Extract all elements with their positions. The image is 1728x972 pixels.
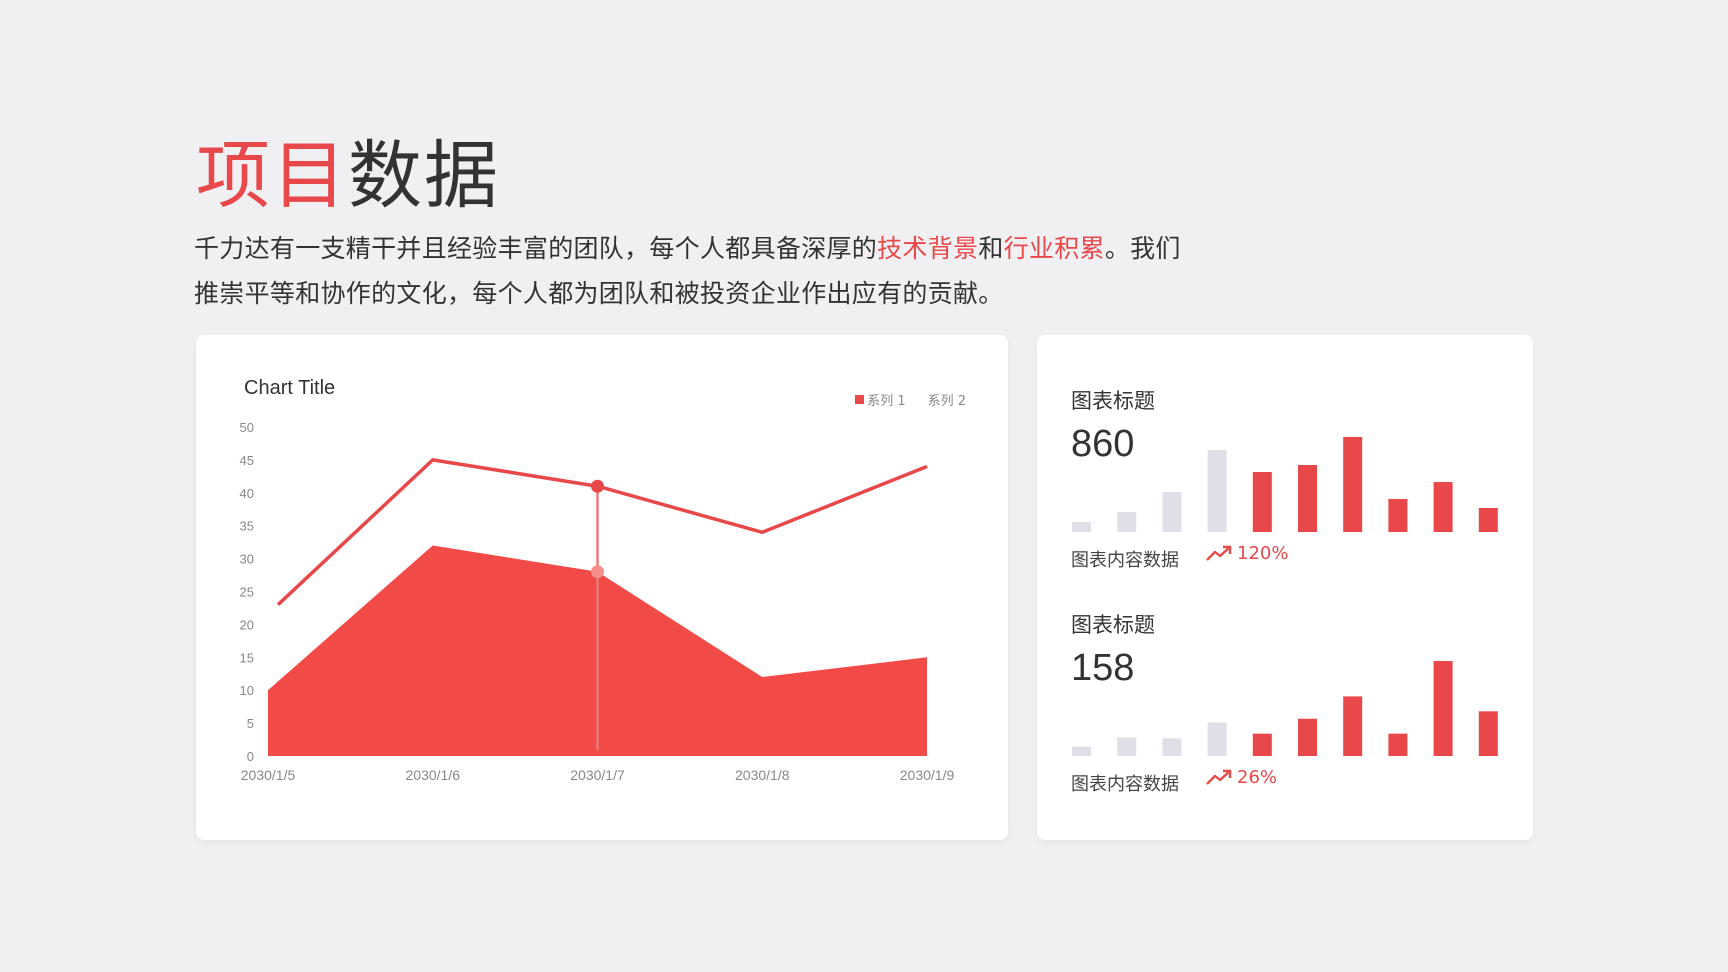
stat-value: 158 (1071, 647, 1135, 689)
y-tick-label: 5 (247, 716, 254, 731)
y-tick-label: 0 (247, 749, 254, 764)
stat-block-1: 图表标题 860 图表内容数据 120% (1071, 385, 1511, 585)
y-tick-label: 20 (240, 617, 254, 632)
page-title: 项目数据 (196, 128, 500, 224)
bar (1072, 746, 1091, 756)
y-tick-label: 50 (240, 420, 254, 435)
legend-item-series-1: 系列 1 (855, 390, 906, 409)
stat-trend: 26% (1205, 767, 1277, 788)
bar (1433, 482, 1453, 532)
y-tick-label: 15 (240, 650, 254, 665)
page-title-accent: 项目 (196, 133, 348, 219)
main-chart-card: 0 5 10 15 20 25 30 35 40 45 50 2030/1/5 2030/1/6 2030… (196, 335, 1008, 840)
bar (1298, 465, 1317, 532)
bar (1252, 472, 1272, 532)
bar (1388, 499, 1408, 532)
page-title-rest: 数据 (348, 133, 500, 219)
bar (1478, 711, 1498, 756)
desc-text-2: 和 (978, 234, 1004, 263)
legend-label-series-1: 系列 1 (867, 394, 906, 409)
desc-highlight-2: 行业积累 (1003, 234, 1105, 263)
bar (1207, 450, 1227, 532)
x-tick-label: 2030/1/7 (570, 767, 625, 783)
bar (1162, 738, 1182, 756)
x-tick-label: 2030/1/5 (241, 767, 296, 783)
bar (1343, 437, 1363, 532)
stat-caption: 图表内容数据 (1071, 774, 1179, 795)
legend-label-series-2: 系列 2 (927, 394, 966, 409)
stat-trend: 120% (1205, 543, 1288, 564)
chart-legend: 系列 1 系列 2 (855, 390, 966, 409)
bar (1433, 661, 1453, 756)
legend-swatch-series-1 (855, 395, 865, 404)
stats-card: 图表标题 860 图表内容数据 120% 图表标题 158 图表内容数据 26% (1037, 335, 1533, 840)
trend-up-icon (1206, 769, 1232, 785)
x-tick-label: 2030/1/9 (900, 767, 955, 783)
bar (1388, 733, 1408, 756)
bar (1252, 733, 1272, 756)
x-tick-label: 2030/1/6 (406, 767, 461, 783)
highlight-point-series-1 (591, 565, 604, 579)
desc-highlight-1: 技术背景 (877, 234, 979, 263)
y-tick-label: 35 (240, 519, 254, 534)
stat-title: 图表标题 (1071, 613, 1155, 637)
bar (1207, 722, 1227, 756)
stat-caption: 图表内容数据 (1071, 550, 1179, 571)
main-chart: 0 5 10 15 20 25 30 35 40 45 50 2030/1/5 2030/1/6 2030… (240, 420, 955, 783)
page-description: 千力达有一支精干并且经验丰富的团队，每个人都具备深厚的技术背景和行业积累。我们推… (194, 226, 1194, 316)
bar (1343, 696, 1363, 756)
stat-block-2: 图表标题 158 图表内容数据 26% (1071, 609, 1511, 809)
stat-trend-value: 26% (1237, 767, 1278, 788)
bar (1298, 718, 1317, 756)
y-tick-label: 25 (240, 585, 254, 600)
y-tick-label: 30 (240, 552, 254, 567)
stat-trend-value: 120% (1237, 543, 1289, 564)
highlight-point-series-2 (591, 479, 604, 493)
chart-title: Chart Title (244, 377, 336, 399)
y-tick-label: 45 (240, 453, 254, 468)
y-tick-label: 10 (240, 683, 254, 698)
bar (1162, 492, 1182, 532)
bar (1478, 508, 1498, 532)
bar (1117, 512, 1137, 532)
legend-item-series-2: 系列 2 (928, 390, 966, 409)
desc-text-1: 千力达有一支精干并且经验丰富的团队，每个人都具备深厚的 (194, 234, 878, 263)
bar (1072, 522, 1091, 532)
trend-up-icon (1206, 545, 1232, 561)
stat-value: 860 (1071, 423, 1135, 465)
x-tick-label: 2030/1/8 (735, 767, 790, 783)
stat-title: 图表标题 (1071, 389, 1155, 413)
y-tick-label: 40 (240, 486, 254, 501)
bar (1117, 737, 1137, 756)
